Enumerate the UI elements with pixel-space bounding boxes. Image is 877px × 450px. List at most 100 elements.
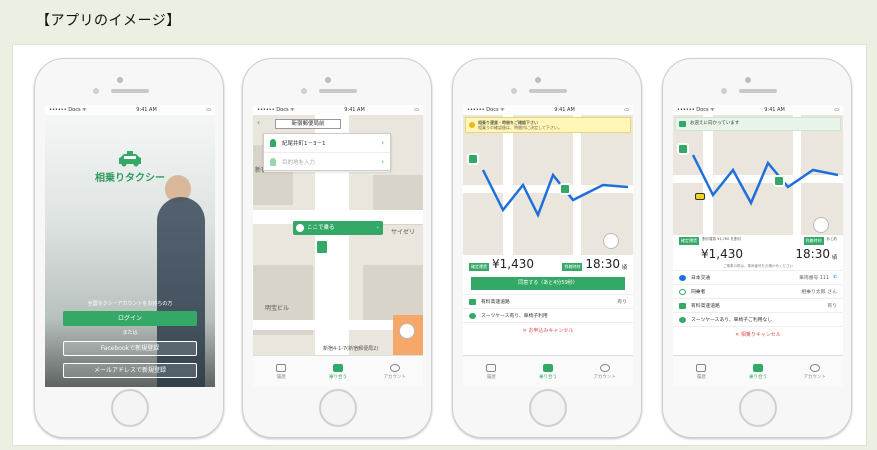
company-note: ご乗車の際は、車両番号をお確かめください: [723, 264, 793, 268]
route-card: 紀尾井町1－3－1 › 目的地を入力 ›: [263, 133, 391, 172]
option-label: 有料高速道路: [691, 304, 720, 309]
status-time: 9:41 AM: [764, 107, 785, 113]
car-icon: [753, 363, 763, 372]
battery-icon: ▭: [206, 107, 211, 113]
tab-history[interactable]: 履歴: [253, 356, 310, 387]
tab-history[interactable]: 履歴: [673, 356, 730, 387]
fare-tag: 確定運賃: [679, 237, 699, 245]
facebook-signup-button[interactable]: Facebookで新規登録: [63, 341, 197, 356]
account-lead-text: 全国タクシーアカウントをお持ちの方: [87, 301, 173, 307]
phone-icon[interactable]: ✆: [833, 275, 837, 280]
highway-icon: [469, 298, 476, 305]
tab-label: アカウント: [593, 374, 616, 380]
camera-icon: [745, 77, 751, 83]
pickup-marker-icon[interactable]: [315, 239, 329, 255]
camera-icon: [117, 77, 123, 83]
tab-account[interactable]: アカウント: [786, 356, 843, 387]
battery-icon: ▭: [834, 107, 839, 113]
fare-row: ¥1,430 18:30 頃: [673, 247, 843, 263]
ride-here-button[interactable]: ここで乗る ›: [293, 221, 383, 235]
camera-icon: [535, 77, 541, 83]
time-tag: 到着時刻: [803, 237, 824, 245]
sensor-icon: [93, 88, 99, 94]
status-time: 9:41 AM: [136, 107, 157, 113]
cancel-application-button[interactable]: ✕ お申込みキャンセル: [463, 322, 633, 338]
tab-bar: 履歴 乗り合う アカウント: [253, 355, 423, 387]
tab-account[interactable]: アカウント: [366, 356, 423, 387]
history-icon: [276, 363, 287, 372]
app-brand-title: 相乗りタクシー: [95, 173, 165, 184]
arrival-time: 18:30: [585, 257, 620, 271]
fare-amount: ¥1,430: [701, 247, 743, 261]
option-luggage: スーツケースあり、車椅子ご利用なし: [673, 312, 843, 326]
car-icon: [679, 121, 686, 127]
tab-history[interactable]: 履歴: [463, 356, 520, 387]
chevron-right-icon: ›: [376, 225, 379, 231]
time-sub: あと約: [826, 237, 838, 241]
tab-ride[interactable]: 乗り合う: [730, 356, 787, 387]
current-location-button[interactable]: [399, 323, 415, 339]
back-icon[interactable]: ‹: [257, 118, 260, 127]
home-button[interactable]: [319, 389, 357, 427]
destination-marker-icon: [559, 183, 571, 195]
cancel-label: お申込みキャンセル: [528, 328, 574, 334]
tab-ride[interactable]: 乗り合う: [310, 356, 367, 387]
login-button[interactable]: ログイン: [63, 311, 197, 326]
taxi-logo-icon: [119, 151, 141, 167]
option-value: 有り: [617, 300, 627, 305]
fare-amount: ¥1,430: [492, 257, 534, 271]
email-signup-button[interactable]: メールアドレスで新規登録: [63, 363, 197, 378]
map-label: サイゼリ: [391, 229, 416, 236]
rider-row: 同乗者 相乗り太郎 さん: [673, 284, 843, 298]
tab-label: 履歴: [486, 374, 496, 380]
chevron-right-icon: ›: [381, 139, 384, 147]
home-button[interactable]: [529, 389, 567, 427]
tab-label: アカウント: [803, 374, 826, 380]
person-icon: [809, 363, 820, 372]
option-label: スーツケースあり、車椅子ご利用なし: [691, 318, 773, 323]
car-icon: [333, 363, 343, 372]
home-button[interactable]: [739, 389, 777, 427]
person-photo: [157, 197, 205, 387]
luggage-icon: [679, 316, 686, 323]
notice-sub: 相乗りの確認後は、時間内に決定して下さい。: [478, 125, 562, 130]
ride-icon: [296, 224, 304, 232]
notice-banner: 相乗り運賃・時間をご確認下さい 相乗りの確認後は、時間内に決定して下さい。: [465, 117, 631, 133]
fare-tags: 確定運賃 割引運賃 ¥1,760 を割引 到着時刻 あと約: [673, 235, 843, 247]
cancel-ride-button[interactable]: ✕ 相乗りキャンセル: [673, 326, 843, 342]
fare-sheet: 確定運賃 ¥1,430 到着時刻 18:30 頃 同意する（あと4分59秒） 有…: [463, 255, 633, 355]
status-time: 9:41 AM: [344, 107, 365, 113]
pickup-text: 紀尾井町1－3－1: [282, 141, 326, 147]
tab-account[interactable]: アカウント: [576, 356, 633, 387]
fullscreen-button[interactable]: [603, 233, 619, 249]
status-bar: •••••• Docs ᯤ 9:41 AM ▭: [253, 105, 423, 115]
cancel-label: 相乗りキャンセル: [740, 332, 781, 338]
tab-ride[interactable]: 乗り合う: [520, 356, 577, 387]
home-button[interactable]: [111, 389, 149, 427]
tab-label: 乗り合う: [749, 374, 767, 380]
taxi-icon: [695, 193, 705, 200]
status-carrier: •••••• Docs ᯤ: [257, 107, 295, 113]
tab-label: 乗り合う: [329, 374, 347, 380]
screen-login: •••••• Docs ᯤ 9:41 AM ▭ 相乗りタクシー 全国タクシーアカ…: [45, 105, 215, 387]
map-label: 明宝ビル: [265, 305, 290, 312]
time-tag: 到着時刻: [562, 263, 583, 271]
station-title: 新宿郵便局前: [275, 119, 341, 129]
screen-pickup: •••••• Docs ᯤ 9:41 AM ▭ 新宿 サイゼリ 明宝ビル 新宿4…: [253, 105, 423, 387]
chevron-right-icon: ›: [381, 158, 384, 166]
agree-button[interactable]: 同意する（あと4分59秒）: [471, 277, 625, 290]
destination-flag-icon: [270, 158, 276, 166]
car-number: 車両番号 111: [799, 276, 829, 281]
rider-suffix: さん: [827, 290, 837, 295]
warning-icon: [469, 122, 475, 128]
phone-login: •••••• Docs ᯤ 9:41 AM ▭ 相乗りタクシー 全国タクシーアカ…: [34, 58, 224, 438]
destination-field[interactable]: 目的地を入力 ›: [264, 153, 390, 172]
pickup-field[interactable]: 紀尾井町1－3－1 ›: [264, 134, 390, 153]
option-value: 有り: [827, 304, 837, 309]
person-icon: [389, 363, 400, 372]
fullscreen-button[interactable]: [813, 217, 829, 233]
option-luggage: スーツケース有り、車椅子利用: [463, 308, 633, 322]
status-bar: •••••• Docs ᯤ 9:41 AM ▭: [463, 105, 633, 115]
banner-text: お迎えに向かっています: [690, 121, 740, 126]
company-row: 日本交通 車両番号 111 ✆: [673, 270, 843, 284]
